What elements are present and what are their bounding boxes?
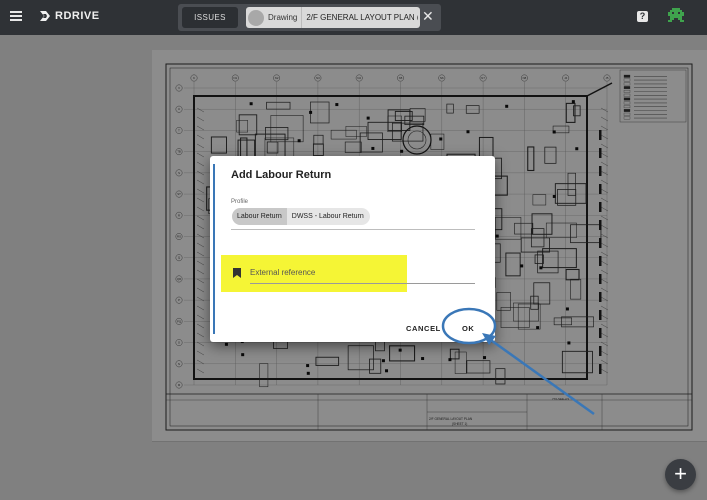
annotation-overlay (441, 307, 595, 416)
add-button[interactable]: + (665, 459, 696, 490)
annotation-arrow (487, 336, 595, 416)
